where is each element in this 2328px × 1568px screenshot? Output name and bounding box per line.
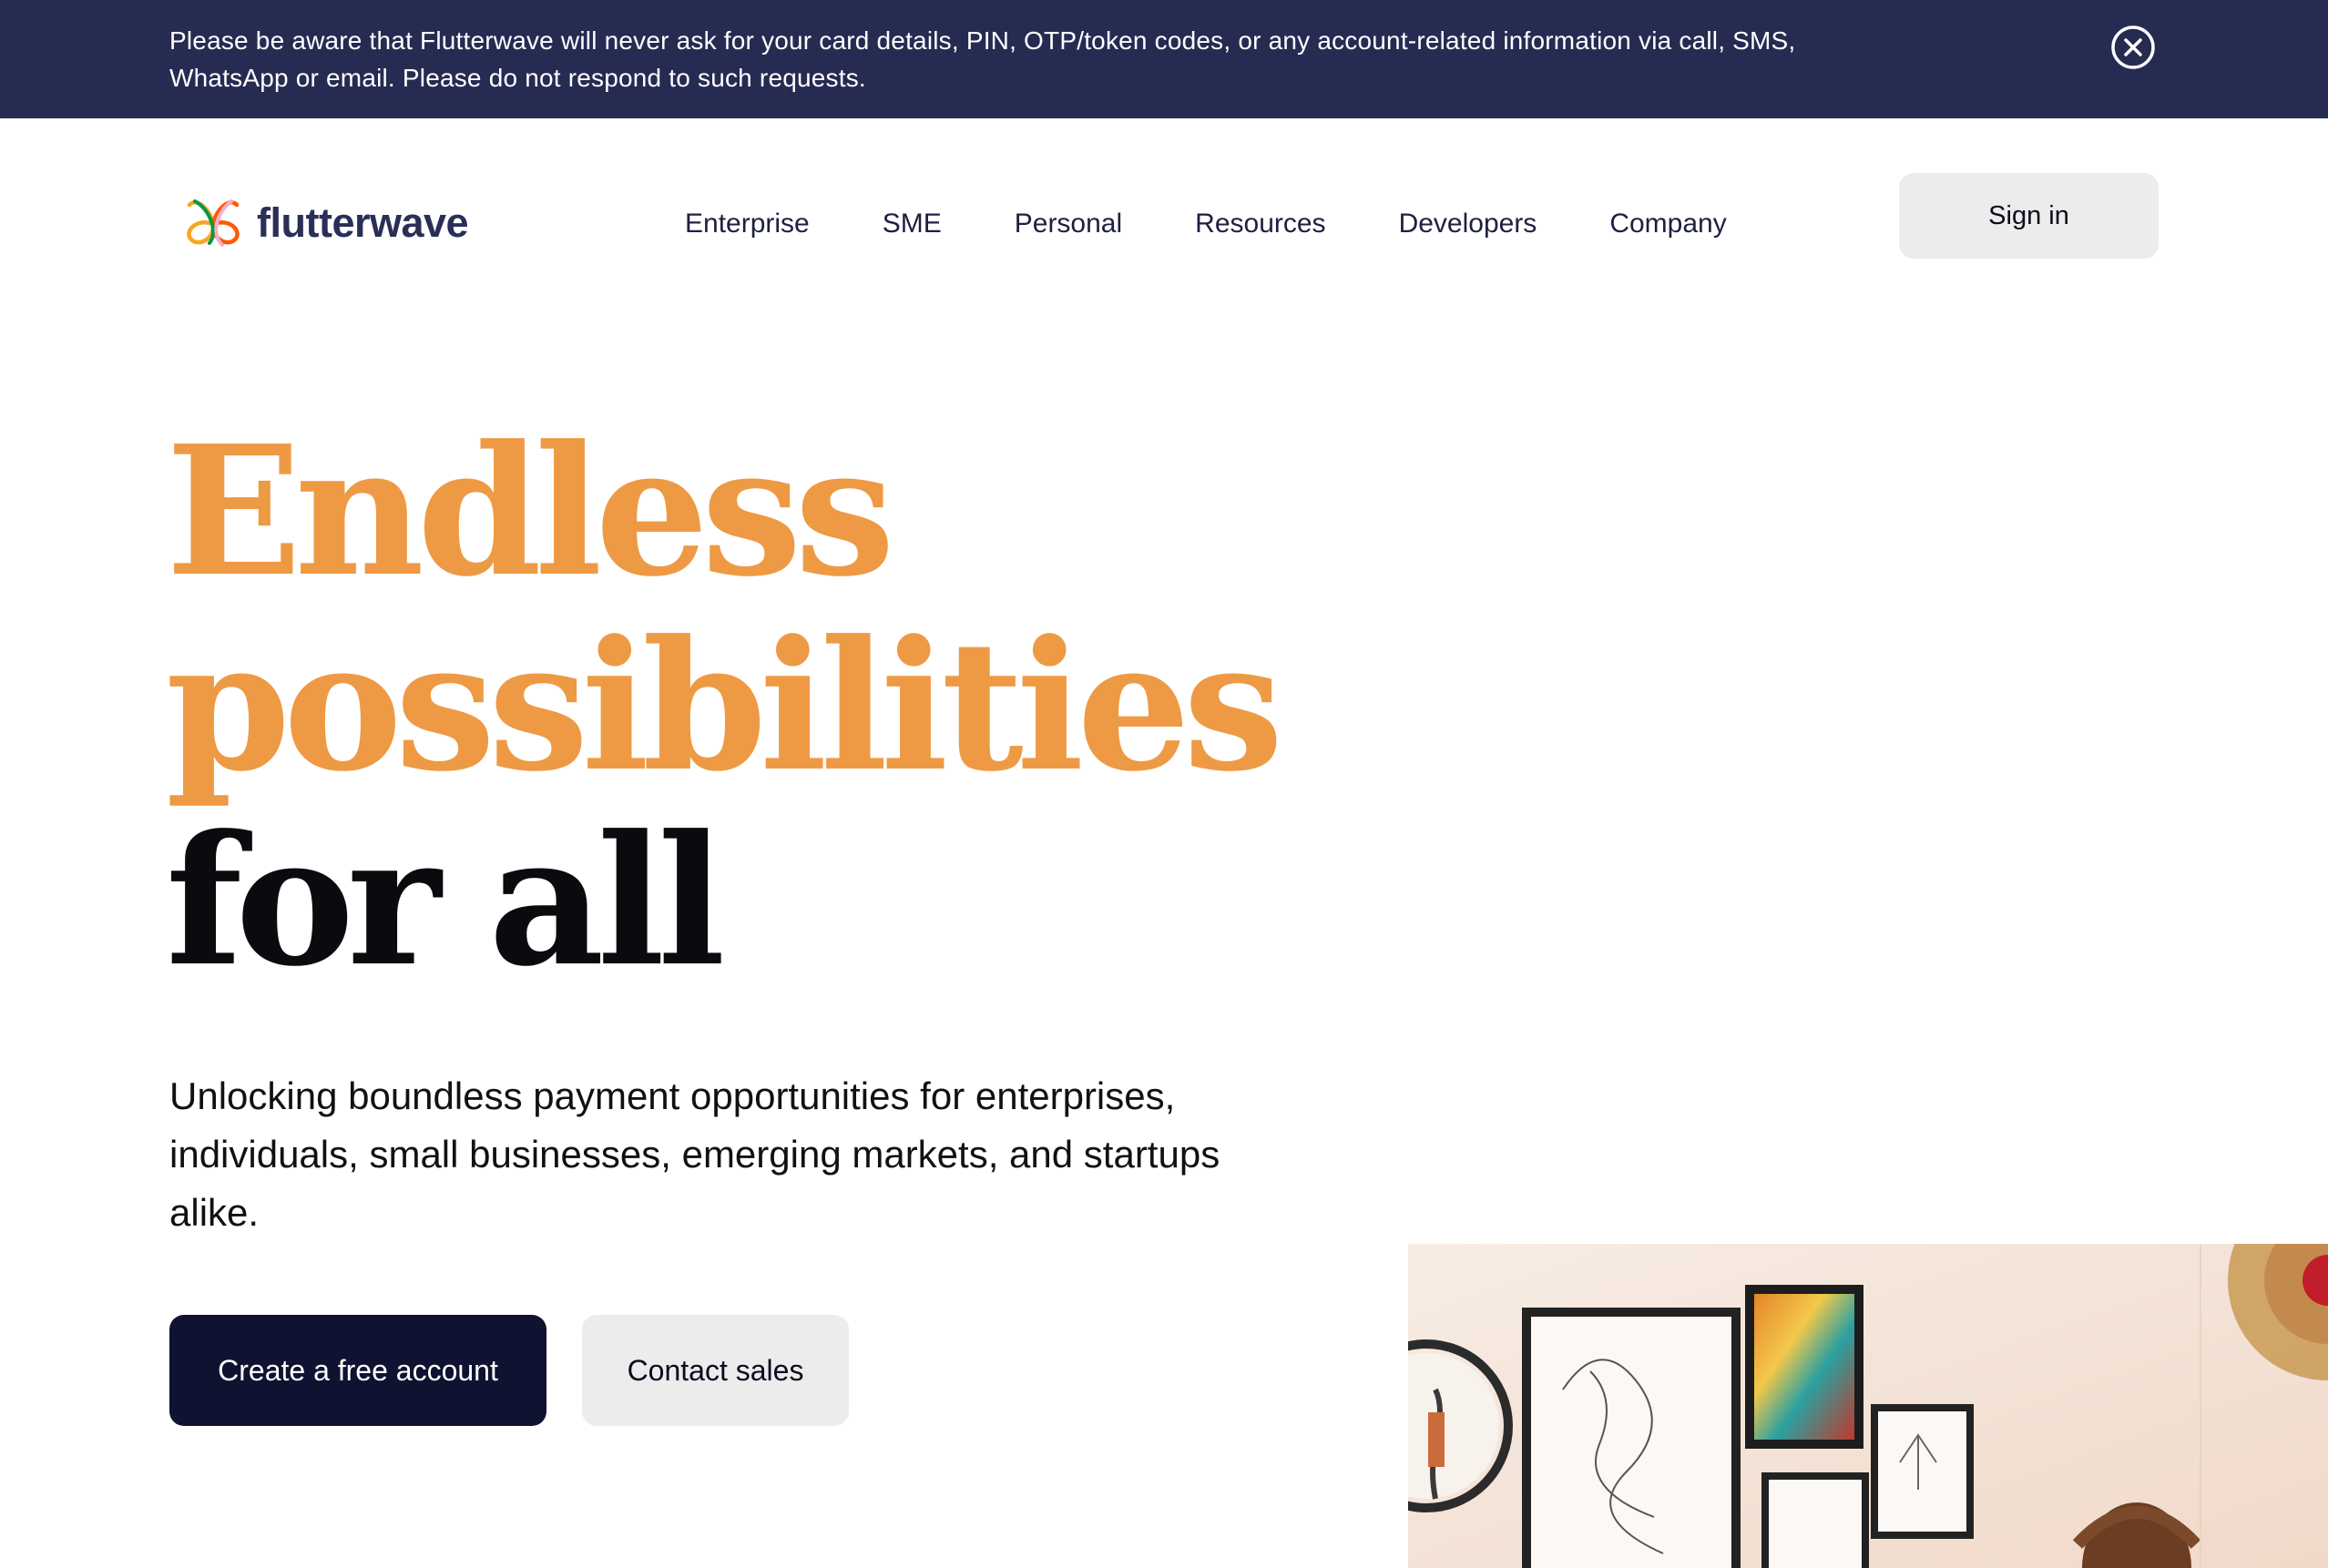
site-header: flutterwave Enterprise SME Personal Reso… [0,118,2328,319]
hero-title-line-3: for all [166,797,725,1006]
hero-photo [1408,1244,2328,1568]
nav-item-personal[interactable]: Personal [1015,209,1122,239]
hero-title-line-2: possibilities [166,602,1283,811]
nav-item-developers[interactable]: Developers [1399,209,1537,239]
contact-sales-button[interactable]: Contact sales [582,1315,849,1426]
hero-title: Endless possibilities for all [166,414,1441,999]
nav-item-sme[interactable]: SME [883,209,942,239]
main-nav: Enterprise SME Personal Resources Develo… [685,199,1727,249]
flutterwave-logo-icon [187,199,240,247]
sign-in-button[interactable]: Sign in [1899,173,2159,259]
close-circle-icon[interactable] [2109,24,2157,71]
hero-subtitle: Unlocking boundless payment opportunitie… [169,1074,1220,1234]
hero-title-line-1: Endless [166,407,895,616]
security-notice-banner: Please be aware that Flutterwave will ne… [0,0,2328,118]
create-account-button[interactable]: Create a free account [169,1315,546,1426]
nav-item-enterprise[interactable]: Enterprise [685,209,810,239]
nav-item-resources[interactable]: Resources [1195,209,1325,239]
flutterwave-logo[interactable]: flutterwave [182,187,469,260]
logo-wordmark: flutterwave [257,199,469,246]
hero-photo-illustration [1408,1244,2328,1568]
security-notice-text: Please be aware that Flutterwave will ne… [169,26,1796,92]
nav-item-company[interactable]: Company [1609,209,1726,239]
